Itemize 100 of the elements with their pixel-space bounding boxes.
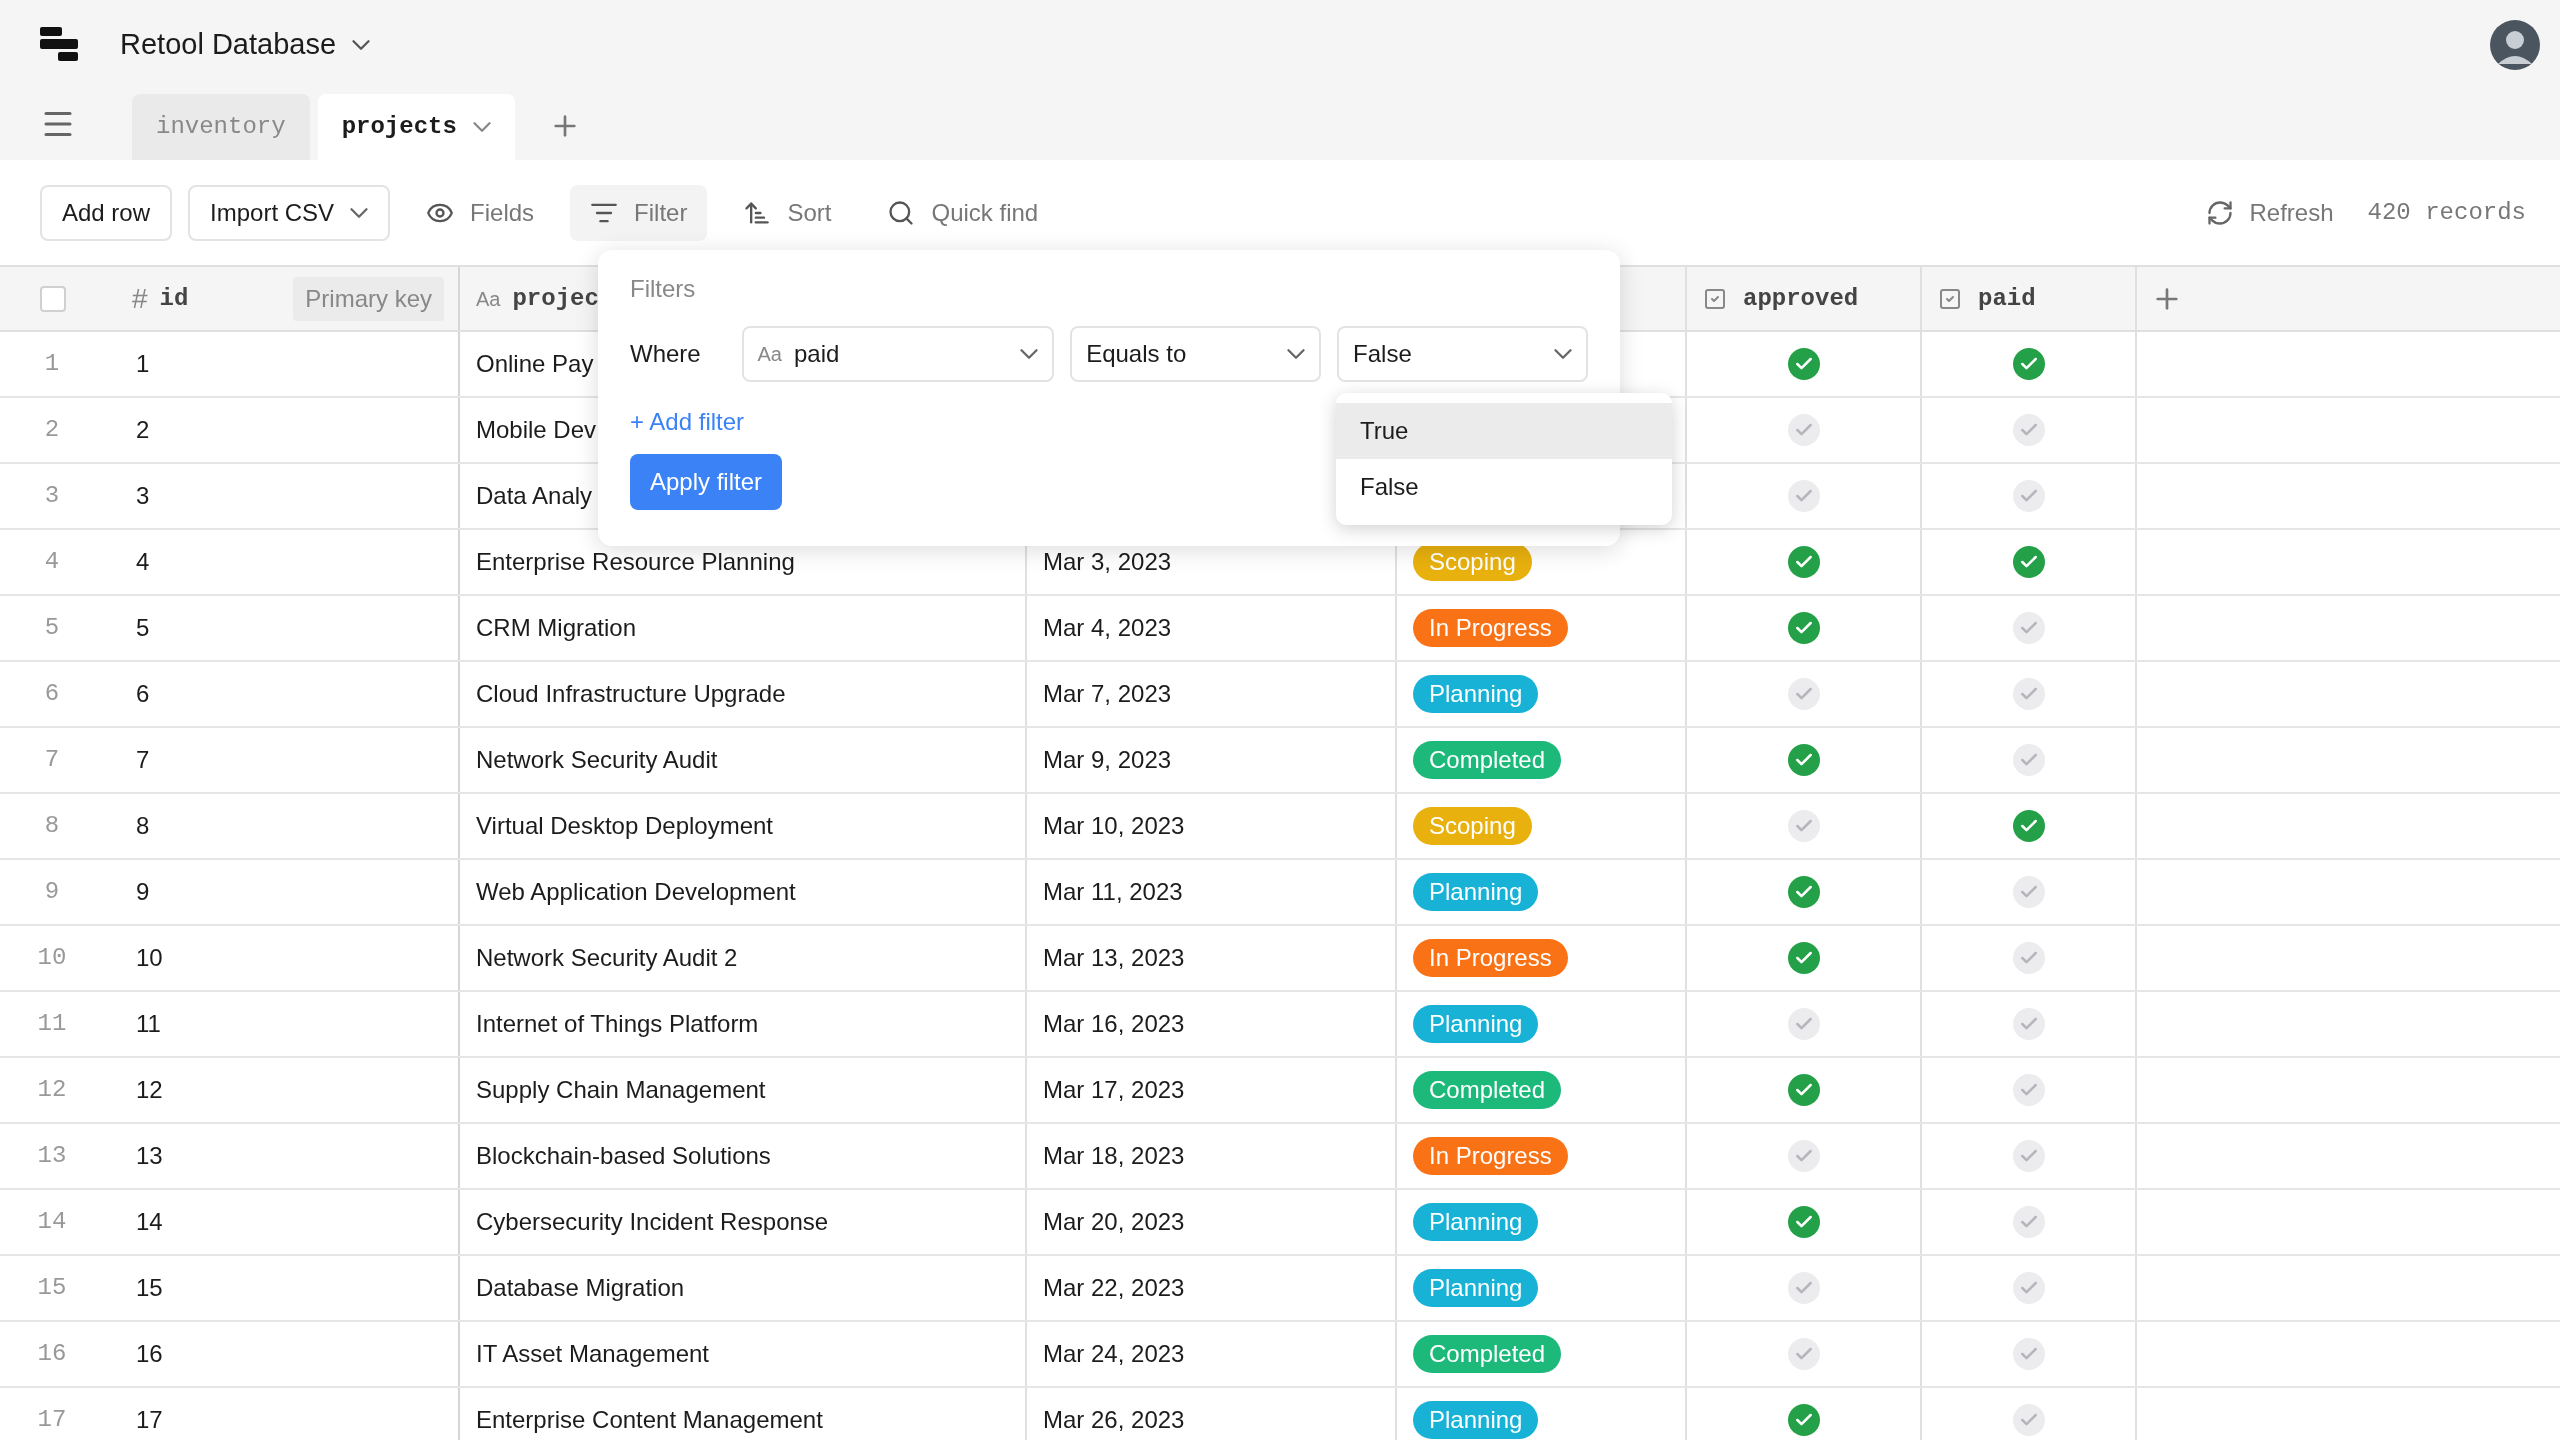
checked-icon[interactable]: [1787, 348, 1820, 380]
checked-icon[interactable]: [1787, 942, 1820, 974]
add-filter-link[interactable]: + Add filter: [630, 404, 745, 440]
checked-icon[interactable]: [1787, 546, 1820, 578]
unchecked-icon[interactable]: [2012, 480, 2045, 512]
table-cell-text: 11: [136, 1009, 161, 1039]
status-tag: Completed: [1413, 741, 1562, 779]
unchecked-icon[interactable]: [2012, 1140, 2045, 1172]
row-number: 3: [44, 481, 60, 511]
row-number: 4: [44, 547, 60, 577]
checked-icon[interactable]: [1787, 1074, 1820, 1106]
fields-button[interactable]: Fields: [406, 184, 555, 241]
checkbox-type-icon: [1703, 286, 1727, 311]
import-csv-button[interactable]: Import CSV: [188, 184, 391, 241]
checked-icon[interactable]: [1787, 1404, 1820, 1436]
table-cell-text: 7: [136, 745, 150, 775]
table-cell-text: Mar 20, 2023: [1043, 1207, 1185, 1237]
select-all-checkbox[interactable]: [40, 285, 66, 312]
chevron-down-icon[interactable]: [352, 40, 371, 50]
table-tab[interactable]: projects: [317, 94, 515, 160]
table-cell-text: 9: [136, 877, 150, 907]
unchecked-icon[interactable]: [2012, 1206, 2045, 1238]
unchecked-icon[interactable]: [2012, 1338, 2045, 1370]
unchecked-icon[interactable]: [2012, 876, 2045, 908]
row-number: 9: [44, 877, 60, 907]
table-cell-text: Mar 13, 2023: [1043, 943, 1185, 973]
sort-button[interactable]: Sort: [723, 184, 852, 241]
table-cell-text: Mar 22, 2023: [1043, 1273, 1185, 1303]
row-number: 1: [44, 349, 60, 379]
table-cell-text: 2: [136, 415, 150, 445]
unchecked-icon[interactable]: [1787, 678, 1820, 710]
column-header[interactable]: projec: [512, 280, 599, 317]
unchecked-icon[interactable]: [1787, 1008, 1820, 1040]
row-number: 7: [44, 745, 60, 775]
table-cell-text: 6: [136, 679, 150, 709]
row-number: 5: [44, 613, 60, 643]
row-number: 11: [37, 1009, 67, 1039]
unchecked-icon[interactable]: [1787, 1272, 1820, 1304]
checked-icon[interactable]: [1787, 1206, 1820, 1238]
unchecked-icon[interactable]: [2012, 1272, 2045, 1304]
checked-icon[interactable]: [1787, 612, 1820, 644]
avatar[interactable]: [2490, 20, 2540, 70]
operator-select[interactable]: Equals to: [1070, 326, 1322, 382]
status-tag: Planning: [1413, 873, 1539, 911]
unchecked-icon[interactable]: [1787, 1140, 1820, 1172]
dropdown-option[interactable]: False: [1336, 459, 1672, 515]
field-select[interactable]: Aa paid: [741, 326, 1055, 382]
unchecked-icon[interactable]: [2012, 942, 2045, 974]
table-cell-text: Database Migration: [476, 1273, 685, 1303]
chevron-down-icon: [350, 207, 369, 218]
column-header[interactable]: paid: [1978, 280, 2036, 317]
status-tag: Planning: [1413, 1005, 1539, 1043]
table-cell-text: Mar 26, 2023: [1043, 1405, 1185, 1435]
unchecked-icon[interactable]: [2012, 612, 2045, 644]
unchecked-icon[interactable]: [2012, 1404, 2045, 1436]
table-cell-text: Data Analy: [476, 481, 593, 511]
app-title: Retool Database: [120, 27, 337, 63]
logo-icon: [40, 27, 80, 63]
add-row-button[interactable]: Add row: [40, 184, 173, 241]
hash-icon: #: [132, 277, 148, 320]
table-cell-text: 3: [136, 481, 150, 511]
unchecked-icon[interactable]: [2012, 414, 2045, 446]
table-cell-text: Mar 24, 2023: [1043, 1339, 1185, 1369]
where-label: Where: [630, 339, 702, 369]
unchecked-icon[interactable]: [1787, 480, 1820, 512]
status-tag: Planning: [1413, 675, 1539, 713]
unchecked-icon[interactable]: [2012, 744, 2045, 776]
value-select[interactable]: False: [1337, 326, 1588, 382]
table-cell-text: Internet of Things Platform: [476, 1009, 759, 1039]
table-cell-text: Blockchain-based Solutions: [476, 1141, 771, 1171]
checked-icon[interactable]: [1787, 744, 1820, 776]
apply-filter-button[interactable]: Apply filter: [630, 454, 783, 510]
filter-button[interactable]: Filter: [570, 184, 708, 241]
refresh-button[interactable]: Refresh: [2205, 194, 2334, 231]
unchecked-icon[interactable]: [2012, 678, 2045, 710]
column-header[interactable]: approved: [1743, 280, 1859, 317]
unchecked-icon[interactable]: [1787, 1338, 1820, 1370]
unchecked-icon[interactable]: [2012, 1074, 2045, 1106]
unchecked-icon[interactable]: [1787, 414, 1820, 446]
checked-icon[interactable]: [2012, 546, 2045, 578]
status-tag: In Progress: [1413, 609, 1568, 647]
checked-icon[interactable]: [2012, 348, 2045, 380]
checked-icon[interactable]: [2012, 810, 2045, 842]
status-tag: In Progress: [1413, 1137, 1568, 1175]
unchecked-icon[interactable]: [2012, 1008, 2045, 1040]
unchecked-icon[interactable]: [1787, 810, 1820, 842]
search-button[interactable]: Quick find: [867, 184, 1059, 241]
row-number: 8: [44, 811, 60, 841]
row-number: 2: [44, 415, 60, 445]
table-cell-text: Virtual Desktop Deployment: [476, 811, 774, 841]
table-cell-text: 14: [136, 1207, 163, 1237]
status-tag: Completed: [1413, 1071, 1562, 1109]
checkbox-type-icon: [1938, 286, 1962, 311]
column-header[interactable]: id: [159, 280, 189, 317]
dropdown-option[interactable]: True: [1336, 403, 1672, 459]
row-number: 12: [37, 1075, 67, 1105]
status-tag: Scoping: [1413, 543, 1532, 581]
primary-key-badge: Primary key: [293, 276, 444, 321]
chevron-down-icon: [1287, 349, 1306, 359]
checked-icon[interactable]: [1787, 876, 1820, 908]
